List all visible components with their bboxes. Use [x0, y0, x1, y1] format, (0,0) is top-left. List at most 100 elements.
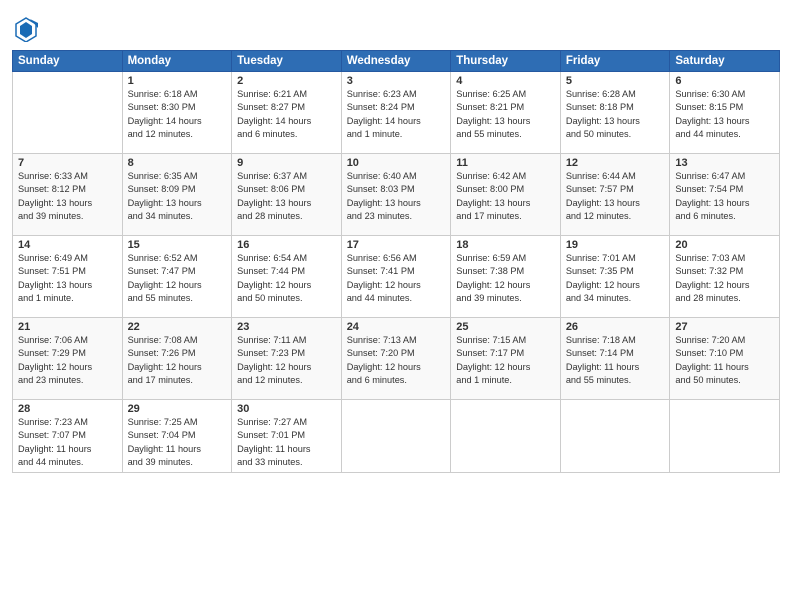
calendar-cell: 2Sunrise: 6:21 AM Sunset: 8:27 PM Daylig…	[232, 72, 342, 154]
calendar-cell: 4Sunrise: 6:25 AM Sunset: 8:21 PM Daylig…	[451, 72, 561, 154]
calendar-cell: 28Sunrise: 7:23 AM Sunset: 7:07 PM Dayli…	[13, 400, 123, 473]
day-info: Sunrise: 6:35 AM Sunset: 8:09 PM Dayligh…	[128, 170, 227, 223]
day-number: 17	[347, 239, 446, 251]
day-info: Sunrise: 6:54 AM Sunset: 7:44 PM Dayligh…	[237, 252, 336, 305]
calendar-cell: 3Sunrise: 6:23 AM Sunset: 8:24 PM Daylig…	[341, 72, 451, 154]
calendar-cell: 29Sunrise: 7:25 AM Sunset: 7:04 PM Dayli…	[122, 400, 232, 473]
calendar-cell: 7Sunrise: 6:33 AM Sunset: 8:12 PM Daylig…	[13, 154, 123, 236]
calendar-cell: 8Sunrise: 6:35 AM Sunset: 8:09 PM Daylig…	[122, 154, 232, 236]
day-number: 30	[237, 403, 336, 415]
day-info: Sunrise: 6:30 AM Sunset: 8:15 PM Dayligh…	[675, 88, 774, 141]
calendar-cell: 20Sunrise: 7:03 AM Sunset: 7:32 PM Dayli…	[670, 236, 780, 318]
day-number: 19	[566, 239, 665, 251]
day-number: 3	[347, 75, 446, 87]
calendar-cell	[670, 400, 780, 473]
calendar-cell: 9Sunrise: 6:37 AM Sunset: 8:06 PM Daylig…	[232, 154, 342, 236]
day-number: 23	[237, 321, 336, 333]
day-number: 26	[566, 321, 665, 333]
day-number: 16	[237, 239, 336, 251]
calendar-cell: 25Sunrise: 7:15 AM Sunset: 7:17 PM Dayli…	[451, 318, 561, 400]
calendar-cell	[451, 400, 561, 473]
calendar-cell	[341, 400, 451, 473]
day-number: 25	[456, 321, 555, 333]
day-info: Sunrise: 7:23 AM Sunset: 7:07 PM Dayligh…	[18, 416, 117, 469]
logo-icon	[12, 14, 40, 42]
day-number: 24	[347, 321, 446, 333]
calendar-cell: 24Sunrise: 7:13 AM Sunset: 7:20 PM Dayli…	[341, 318, 451, 400]
day-number: 5	[566, 75, 665, 87]
calendar-cell: 18Sunrise: 6:59 AM Sunset: 7:38 PM Dayli…	[451, 236, 561, 318]
day-info: Sunrise: 6:49 AM Sunset: 7:51 PM Dayligh…	[18, 252, 117, 305]
calendar-cell	[560, 400, 670, 473]
day-number: 11	[456, 157, 555, 169]
day-info: Sunrise: 6:52 AM Sunset: 7:47 PM Dayligh…	[128, 252, 227, 305]
day-number: 2	[237, 75, 336, 87]
column-header-saturday: Saturday	[670, 51, 780, 72]
day-info: Sunrise: 6:44 AM Sunset: 7:57 PM Dayligh…	[566, 170, 665, 223]
day-info: Sunrise: 7:03 AM Sunset: 7:32 PM Dayligh…	[675, 252, 774, 305]
day-info: Sunrise: 7:08 AM Sunset: 7:26 PM Dayligh…	[128, 334, 227, 387]
page-header	[12, 10, 780, 42]
day-number: 27	[675, 321, 774, 333]
day-number: 14	[18, 239, 117, 251]
day-info: Sunrise: 6:25 AM Sunset: 8:21 PM Dayligh…	[456, 88, 555, 141]
calendar-cell: 27Sunrise: 7:20 AM Sunset: 7:10 PM Dayli…	[670, 318, 780, 400]
calendar-cell: 21Sunrise: 7:06 AM Sunset: 7:29 PM Dayli…	[13, 318, 123, 400]
day-info: Sunrise: 6:42 AM Sunset: 8:00 PM Dayligh…	[456, 170, 555, 223]
day-info: Sunrise: 7:18 AM Sunset: 7:14 PM Dayligh…	[566, 334, 665, 387]
column-header-friday: Friday	[560, 51, 670, 72]
day-info: Sunrise: 7:25 AM Sunset: 7:04 PM Dayligh…	[128, 416, 227, 469]
day-info: Sunrise: 6:40 AM Sunset: 8:03 PM Dayligh…	[347, 170, 446, 223]
calendar-cell: 30Sunrise: 7:27 AM Sunset: 7:01 PM Dayli…	[232, 400, 342, 473]
day-info: Sunrise: 7:15 AM Sunset: 7:17 PM Dayligh…	[456, 334, 555, 387]
calendar-cell	[13, 72, 123, 154]
calendar-cell: 1Sunrise: 6:18 AM Sunset: 8:30 PM Daylig…	[122, 72, 232, 154]
column-header-sunday: Sunday	[13, 51, 123, 72]
day-info: Sunrise: 6:23 AM Sunset: 8:24 PM Dayligh…	[347, 88, 446, 141]
day-info: Sunrise: 6:21 AM Sunset: 8:27 PM Dayligh…	[237, 88, 336, 141]
calendar-cell: 15Sunrise: 6:52 AM Sunset: 7:47 PM Dayli…	[122, 236, 232, 318]
calendar-cell: 5Sunrise: 6:28 AM Sunset: 8:18 PM Daylig…	[560, 72, 670, 154]
day-number: 12	[566, 157, 665, 169]
day-info: Sunrise: 6:59 AM Sunset: 7:38 PM Dayligh…	[456, 252, 555, 305]
calendar-cell: 22Sunrise: 7:08 AM Sunset: 7:26 PM Dayli…	[122, 318, 232, 400]
day-info: Sunrise: 7:01 AM Sunset: 7:35 PM Dayligh…	[566, 252, 665, 305]
calendar-table: SundayMondayTuesdayWednesdayThursdayFrid…	[12, 50, 780, 473]
day-info: Sunrise: 6:56 AM Sunset: 7:41 PM Dayligh…	[347, 252, 446, 305]
day-number: 29	[128, 403, 227, 415]
day-info: Sunrise: 7:06 AM Sunset: 7:29 PM Dayligh…	[18, 334, 117, 387]
day-info: Sunrise: 7:11 AM Sunset: 7:23 PM Dayligh…	[237, 334, 336, 387]
day-number: 13	[675, 157, 774, 169]
calendar-cell: 6Sunrise: 6:30 AM Sunset: 8:15 PM Daylig…	[670, 72, 780, 154]
calendar-cell: 19Sunrise: 7:01 AM Sunset: 7:35 PM Dayli…	[560, 236, 670, 318]
day-number: 28	[18, 403, 117, 415]
calendar-cell: 11Sunrise: 6:42 AM Sunset: 8:00 PM Dayli…	[451, 154, 561, 236]
day-number: 6	[675, 75, 774, 87]
column-header-wednesday: Wednesday	[341, 51, 451, 72]
calendar-cell: 16Sunrise: 6:54 AM Sunset: 7:44 PM Dayli…	[232, 236, 342, 318]
calendar-cell: 10Sunrise: 6:40 AM Sunset: 8:03 PM Dayli…	[341, 154, 451, 236]
day-number: 22	[128, 321, 227, 333]
calendar-cell: 13Sunrise: 6:47 AM Sunset: 7:54 PM Dayli…	[670, 154, 780, 236]
day-number: 15	[128, 239, 227, 251]
day-number: 9	[237, 157, 336, 169]
day-number: 4	[456, 75, 555, 87]
day-info: Sunrise: 7:20 AM Sunset: 7:10 PM Dayligh…	[675, 334, 774, 387]
calendar-cell: 23Sunrise: 7:11 AM Sunset: 7:23 PM Dayli…	[232, 318, 342, 400]
day-number: 18	[456, 239, 555, 251]
day-info: Sunrise: 6:47 AM Sunset: 7:54 PM Dayligh…	[675, 170, 774, 223]
calendar-cell: 14Sunrise: 6:49 AM Sunset: 7:51 PM Dayli…	[13, 236, 123, 318]
day-info: Sunrise: 6:18 AM Sunset: 8:30 PM Dayligh…	[128, 88, 227, 141]
calendar-cell: 17Sunrise: 6:56 AM Sunset: 7:41 PM Dayli…	[341, 236, 451, 318]
day-info: Sunrise: 7:27 AM Sunset: 7:01 PM Dayligh…	[237, 416, 336, 469]
calendar-cell: 12Sunrise: 6:44 AM Sunset: 7:57 PM Dayli…	[560, 154, 670, 236]
day-info: Sunrise: 6:37 AM Sunset: 8:06 PM Dayligh…	[237, 170, 336, 223]
calendar-header-row: SundayMondayTuesdayWednesdayThursdayFrid…	[13, 51, 780, 72]
day-number: 1	[128, 75, 227, 87]
column-header-tuesday: Tuesday	[232, 51, 342, 72]
column-header-thursday: Thursday	[451, 51, 561, 72]
column-header-monday: Monday	[122, 51, 232, 72]
day-number: 20	[675, 239, 774, 251]
day-info: Sunrise: 6:28 AM Sunset: 8:18 PM Dayligh…	[566, 88, 665, 141]
logo	[12, 14, 42, 42]
